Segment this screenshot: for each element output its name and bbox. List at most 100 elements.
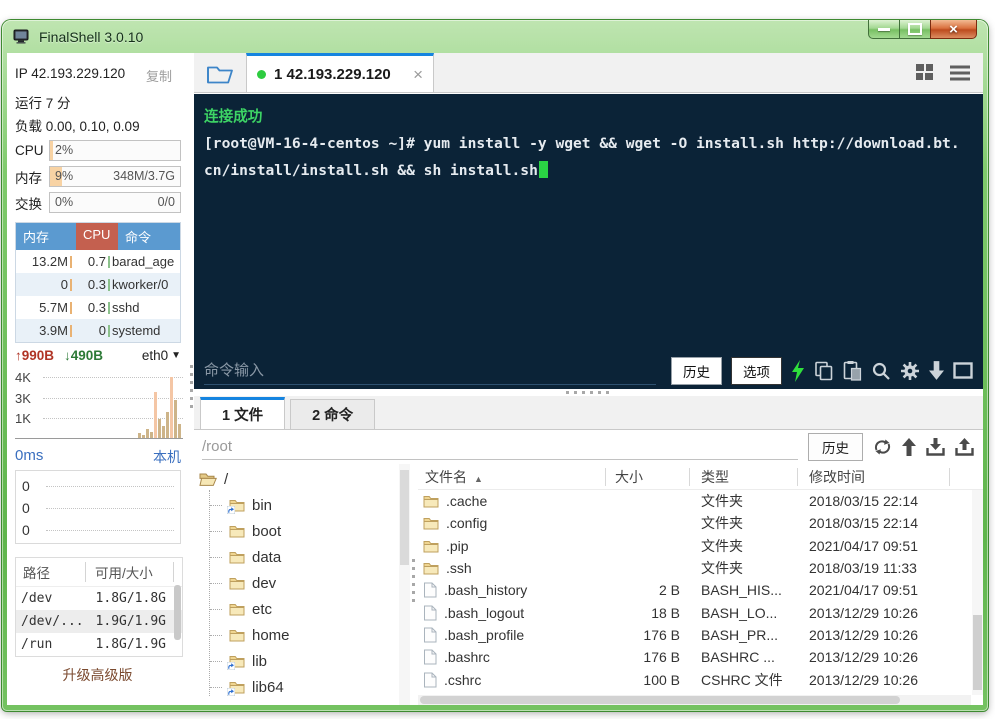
file-name-label: .bashrc: [444, 649, 490, 665]
disk-scrollbar[interactable]: [174, 585, 181, 640]
scroll-down-icon[interactable]: [929, 361, 944, 380]
tab-close-icon[interactable]: ×: [413, 66, 423, 83]
file-row[interactable]: .bash_profile176 BBASH_PR...2013/12/29 1…: [418, 624, 983, 646]
title-bar[interactable]: FinalShell 3.0.10: [2, 20, 988, 53]
interface-dropdown[interactable]: eth0 ▼: [142, 348, 181, 363]
splitter-dots-icon: [190, 365, 193, 411]
vertical-scrollbar[interactable]: [972, 490, 983, 695]
tree-item-root[interactable]: /: [194, 466, 399, 492]
process-row[interactable]: 00.3kworker/0: [16, 273, 180, 296]
file-row[interactable]: .cache文件夹2018/03/15 22:14: [418, 490, 983, 512]
tree-item-bin[interactable]: bin: [194, 492, 399, 518]
disk-path: /run: [16, 637, 78, 652]
scrollbar-thumb[interactable]: [973, 615, 982, 690]
process-row[interactable]: 5.7M0.3sshd: [16, 296, 180, 319]
refresh-icon[interactable]: [873, 438, 892, 456]
maximize-button[interactable]: [899, 20, 930, 39]
ping-value: 0: [22, 522, 38, 538]
column-header-type[interactable]: 类型: [690, 468, 798, 486]
tree-item-dev[interactable]: dev: [194, 570, 399, 596]
tree-item-boot[interactable]: boot: [194, 518, 399, 544]
file-row[interactable]: .bash_history2 BBASH_HIS...2021/04/17 09…: [418, 579, 983, 601]
session-tab[interactable]: 1 42.193.229.120 ×: [246, 53, 434, 92]
file-icon: [423, 582, 437, 598]
tab-files[interactable]: 1 文件: [200, 397, 285, 429]
copy-icon[interactable]: [814, 361, 834, 381]
file-type: 文件夹: [690, 491, 798, 511]
file-type: 文件夹: [690, 513, 798, 533]
history-button[interactable]: 历史: [671, 357, 722, 385]
file-row[interactable]: .bashrc176 BBASHRC ...2013/12/29 10:26: [418, 646, 983, 668]
file-name-cell: .cshrc: [418, 672, 606, 688]
tree-scrollbar[interactable]: [399, 464, 410, 705]
file-name-label: .bash_logout: [444, 605, 524, 621]
disk-row[interactable]: /dev/...1.9G/1.9G: [16, 610, 182, 633]
mem-bar-icon: [70, 256, 72, 268]
scrollbar-thumb[interactable]: [400, 470, 409, 565]
ping-row: 0: [16, 497, 180, 519]
disk-row[interactable]: /run1.8G/1.9G: [16, 633, 182, 656]
upgrade-link[interactable]: 升级高级版: [7, 665, 188, 685]
close-button[interactable]: ×: [930, 20, 977, 39]
tree-item-etc[interactable]: etc: [194, 596, 399, 622]
file-row[interactable]: .ssh文件夹2018/03/19 11:33: [418, 557, 983, 579]
disk-row[interactable]: /dev1.8G/1.8G: [16, 587, 182, 610]
download-icon[interactable]: [926, 438, 945, 457]
file-row[interactable]: .config文件夹2018/03/15 22:14: [418, 512, 983, 534]
tree-item-home[interactable]: home: [194, 622, 399, 648]
tile-view-icon[interactable]: [915, 64, 937, 81]
tree-item-lib64[interactable]: lib64: [194, 674, 399, 700]
file-row[interactable]: .bash_logout18 BBASH_LO...2013/12/29 10:…: [418, 601, 983, 623]
network-bar: [170, 377, 173, 438]
terminal-output[interactable]: 连接成功[root@VM-16-4-centos ~]# yum install…: [194, 94, 983, 184]
graph-tick-4k: 4K: [15, 370, 31, 385]
minimize-button[interactable]: [868, 20, 899, 39]
fullscreen-icon[interactable]: [953, 362, 973, 379]
horizontal-scrollbar[interactable]: [418, 695, 971, 705]
column-header-size[interactable]: 大小: [606, 468, 690, 486]
paste-icon[interactable]: [843, 360, 862, 381]
path-input[interactable]: /root: [202, 434, 798, 460]
meter-fill: [50, 141, 53, 160]
process-row[interactable]: 3.9M0systemd: [16, 319, 180, 342]
open-folder-icon: [199, 472, 217, 486]
search-icon[interactable]: [871, 361, 891, 381]
close-icon: ×: [949, 21, 958, 38]
tree-item-data[interactable]: data: [194, 544, 399, 570]
options-button[interactable]: 选项: [731, 357, 782, 385]
horizontal-splitter[interactable]: [194, 389, 983, 396]
column-header-name[interactable]: 文件名▲: [418, 468, 606, 486]
quick-command-icon[interactable]: [791, 360, 805, 382]
parent-directory-icon[interactable]: [902, 438, 916, 456]
menu-icon[interactable]: [950, 65, 970, 81]
file-row[interactable]: .pip文件夹2021/04/17 09:51: [418, 535, 983, 557]
file-mtime: 2021/04/17 09:51: [798, 538, 950, 554]
vertical-splitter[interactable]: [410, 464, 418, 705]
process-header-mem[interactable]: 内存: [16, 223, 76, 250]
server-ip-label: IP 42.193.229.120: [15, 66, 125, 81]
copy-ip-button[interactable]: 复制: [146, 66, 172, 85]
scrollbar-thumb[interactable]: [420, 696, 900, 704]
tree-item-lib[interactable]: lib: [194, 648, 399, 674]
command-input[interactable]: 命令输入: [204, 357, 656, 385]
process-header-cmd[interactable]: 命令: [118, 223, 180, 250]
process-cpu: 0: [74, 323, 106, 338]
process-table-header[interactable]: 内存 CPU 命令: [16, 223, 180, 250]
settings-gear-icon[interactable]: [900, 361, 920, 381]
tab-commands[interactable]: 2 命令: [290, 399, 375, 429]
process-header-cpu[interactable]: CPU: [76, 223, 118, 250]
tree-branch-icon: [210, 557, 222, 558]
file-row[interactable]: .cshrc100 BCSHRC 文件2013/12/29 10:26: [418, 668, 983, 690]
folder-icon: [423, 494, 439, 508]
connection-manager-button[interactable]: [194, 56, 246, 90]
column-header-mtime[interactable]: 修改时间: [798, 468, 950, 486]
terminal-panel[interactable]: 连接成功[root@VM-16-4-centos ~]# yum install…: [194, 94, 983, 389]
process-row[interactable]: 13.2M0.7barad_age: [16, 250, 180, 273]
file-name-label: .bash_profile: [444, 627, 524, 643]
finalshell-window: FinalShell 3.0.10 × IP 42.193.229.120 复制…: [2, 20, 988, 711]
file-name-label: .ssh: [446, 560, 472, 576]
terminal-line: 连接成功: [204, 103, 973, 130]
file-size: 176 B: [606, 649, 690, 665]
path-history-button[interactable]: 历史: [808, 433, 863, 461]
upload-icon[interactable]: [955, 438, 974, 457]
